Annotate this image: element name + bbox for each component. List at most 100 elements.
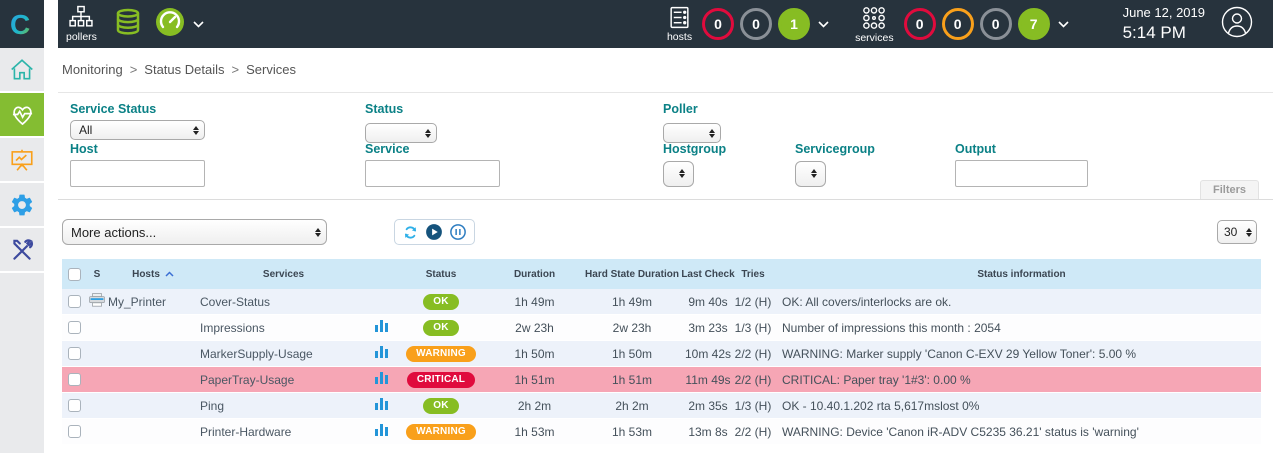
select-all-checkbox[interactable] — [68, 268, 81, 281]
column-header-services[interactable]: Services — [198, 269, 367, 280]
table-row[interactable]: My_Printer Cover-Status OK 1h 49m 1h 49m… — [62, 289, 1261, 315]
service-status-select[interactable]: All — [70, 120, 205, 140]
pollers-menu[interactable]: pollers — [66, 5, 97, 43]
tries-cell: 1/3 (H) — [734, 321, 772, 335]
counter-badge[interactable]: 1 — [778, 8, 810, 40]
gauge-status-icon[interactable] — [155, 7, 185, 42]
select-arrows-icon — [811, 169, 817, 178]
column-header-hosts[interactable]: Hosts — [108, 269, 198, 280]
host-label: Host — [70, 142, 205, 156]
chart-icon[interactable] — [375, 424, 388, 439]
servicegroup-select[interactable] — [795, 161, 826, 187]
service-link[interactable]: Ping — [200, 399, 224, 413]
pause-auto-refresh-button[interactable] — [449, 223, 467, 241]
printer-icon — [89, 293, 105, 310]
service-status-label: Service Status — [70, 102, 205, 116]
sidebar-item-reporting[interactable] — [0, 138, 44, 181]
output-label: Output — [955, 142, 1088, 156]
breadcrumb-item[interactable]: Monitoring — [62, 62, 123, 77]
sidebar-spacer — [0, 273, 44, 453]
hostgroup-select[interactable] — [663, 161, 694, 187]
chart-icon[interactable] — [375, 372, 388, 387]
row-checkbox[interactable] — [68, 321, 81, 334]
table-row[interactable]: Ping OK 2h 2m 2h 2m 2m 35s 1/3 (H) OK - … — [62, 393, 1261, 419]
breadcrumb: Monitoring>Status Details>Services — [62, 62, 296, 77]
centreon-logo[interactable]: C — [0, 0, 44, 48]
select-arrows-icon — [679, 169, 685, 178]
column-header-last-check[interactable]: Last Check — [682, 269, 734, 280]
services-chevron-down-icon[interactable] — [1058, 21, 1069, 28]
last-check-cell: 13m 8s — [682, 425, 734, 439]
servicegroup-label: Servicegroup — [795, 142, 875, 156]
status-badge: OK — [423, 398, 458, 414]
counter-badge[interactable]: 7 — [1018, 8, 1050, 40]
service-link[interactable]: Cover-Status — [200, 295, 270, 309]
column-header-s[interactable]: S — [86, 269, 108, 280]
status-select[interactable] — [365, 123, 437, 143]
hosts-status-menu[interactable]: hosts — [667, 5, 692, 43]
status-badge: WARNING — [406, 424, 476, 440]
host-input[interactable] — [70, 160, 205, 187]
table-row[interactable]: Printer-Hardware WARNING 1h 53m 1h 53m 1… — [62, 419, 1261, 445]
database-status-icon[interactable] — [113, 7, 143, 42]
column-header-duration[interactable]: Duration — [487, 269, 582, 280]
duration-cell: 1h 51m — [487, 373, 582, 387]
last-check-cell: 11m 49s — [682, 373, 734, 387]
hosts-chevron-down-icon[interactable] — [818, 21, 829, 28]
column-header-tries[interactable]: Tries — [734, 269, 772, 280]
chart-icon[interactable] — [375, 320, 388, 335]
row-checkbox[interactable] — [68, 399, 81, 412]
services-icon — [861, 5, 887, 31]
column-header-status[interactable]: Status — [395, 269, 487, 280]
chart-icon[interactable] — [375, 346, 388, 361]
breadcrumb-item[interactable]: Services — [246, 62, 296, 77]
duration-cell: 2h 2m — [487, 399, 582, 413]
table-body: My_Printer Cover-Status OK 1h 49m 1h 49m… — [62, 289, 1261, 445]
counter-badge[interactable]: 0 — [740, 8, 772, 40]
row-checkbox[interactable] — [68, 295, 81, 308]
poller-select[interactable] — [663, 123, 721, 143]
sidebar-item-administration[interactable] — [0, 228, 44, 271]
poller-label: Poller — [663, 102, 721, 116]
counter-badge[interactable]: 0 — [980, 8, 1012, 40]
page-size-select[interactable]: 30 — [1217, 220, 1257, 244]
counter-badge[interactable]: 0 — [904, 8, 936, 40]
play-auto-refresh-button[interactable] — [425, 223, 443, 241]
last-check-cell: 9m 40s — [682, 295, 734, 309]
more-actions-select[interactable]: More actions... — [62, 219, 327, 245]
row-checkbox[interactable] — [68, 425, 81, 438]
counter-badge[interactable]: 0 — [702, 8, 734, 40]
service-link[interactable]: PaperTray-Usage — [200, 373, 294, 387]
column-header-hard-state-duration[interactable]: Hard State Duration — [582, 269, 682, 280]
refresh-button[interactable] — [402, 224, 419, 241]
filters-panel-toggle[interactable]: Filters — [1200, 180, 1259, 199]
select-arrows-icon — [193, 126, 199, 135]
filter-panel: Service Status All Status Poller Host — [58, 92, 1273, 200]
status-badge: OK — [423, 294, 458, 310]
service-link[interactable]: Printer-Hardware — [200, 425, 291, 439]
sidebar-item-home[interactable] — [0, 48, 44, 91]
row-checkbox[interactable] — [68, 347, 81, 360]
host-link[interactable]: My_Printer — [108, 295, 166, 309]
table-row[interactable]: PaperTray-Usage CRITICAL 1h 51m 1h 51m 1… — [62, 367, 1261, 393]
output-input[interactable] — [955, 160, 1088, 187]
service-link[interactable]: MarkerSupply-Usage — [200, 347, 313, 361]
column-header-status-information[interactable]: Status information — [772, 269, 1261, 280]
counter-badge[interactable]: 0 — [942, 8, 974, 40]
service-link[interactable]: Impressions — [200, 321, 265, 335]
hard-state-duration-cell: 2w 23h — [582, 321, 682, 335]
services-status-menu[interactable]: services — [855, 5, 894, 44]
table-row[interactable]: Impressions OK 2w 23h 2w 23h 3m 23s 1/3 … — [62, 315, 1261, 341]
row-checkbox[interactable] — [68, 373, 81, 386]
service-input[interactable] — [365, 160, 500, 187]
user-avatar[interactable] — [1221, 6, 1253, 43]
services-table: S Hosts Services Status Duration Hard St… — [62, 259, 1261, 445]
hosts-counters: 001 — [702, 8, 810, 40]
chart-icon[interactable] — [375, 398, 388, 413]
sidebar-item-monitoring[interactable] — [0, 93, 44, 136]
status-information-cell: Number of impressions this month : 2054 — [772, 321, 1261, 335]
breadcrumb-item[interactable]: Status Details — [144, 62, 224, 77]
poller-menu-chevron-down-icon[interactable] — [193, 21, 204, 28]
table-row[interactable]: MarkerSupply-Usage WARNING 1h 50m 1h 50m… — [62, 341, 1261, 367]
sidebar-item-configuration[interactable] — [0, 183, 44, 226]
